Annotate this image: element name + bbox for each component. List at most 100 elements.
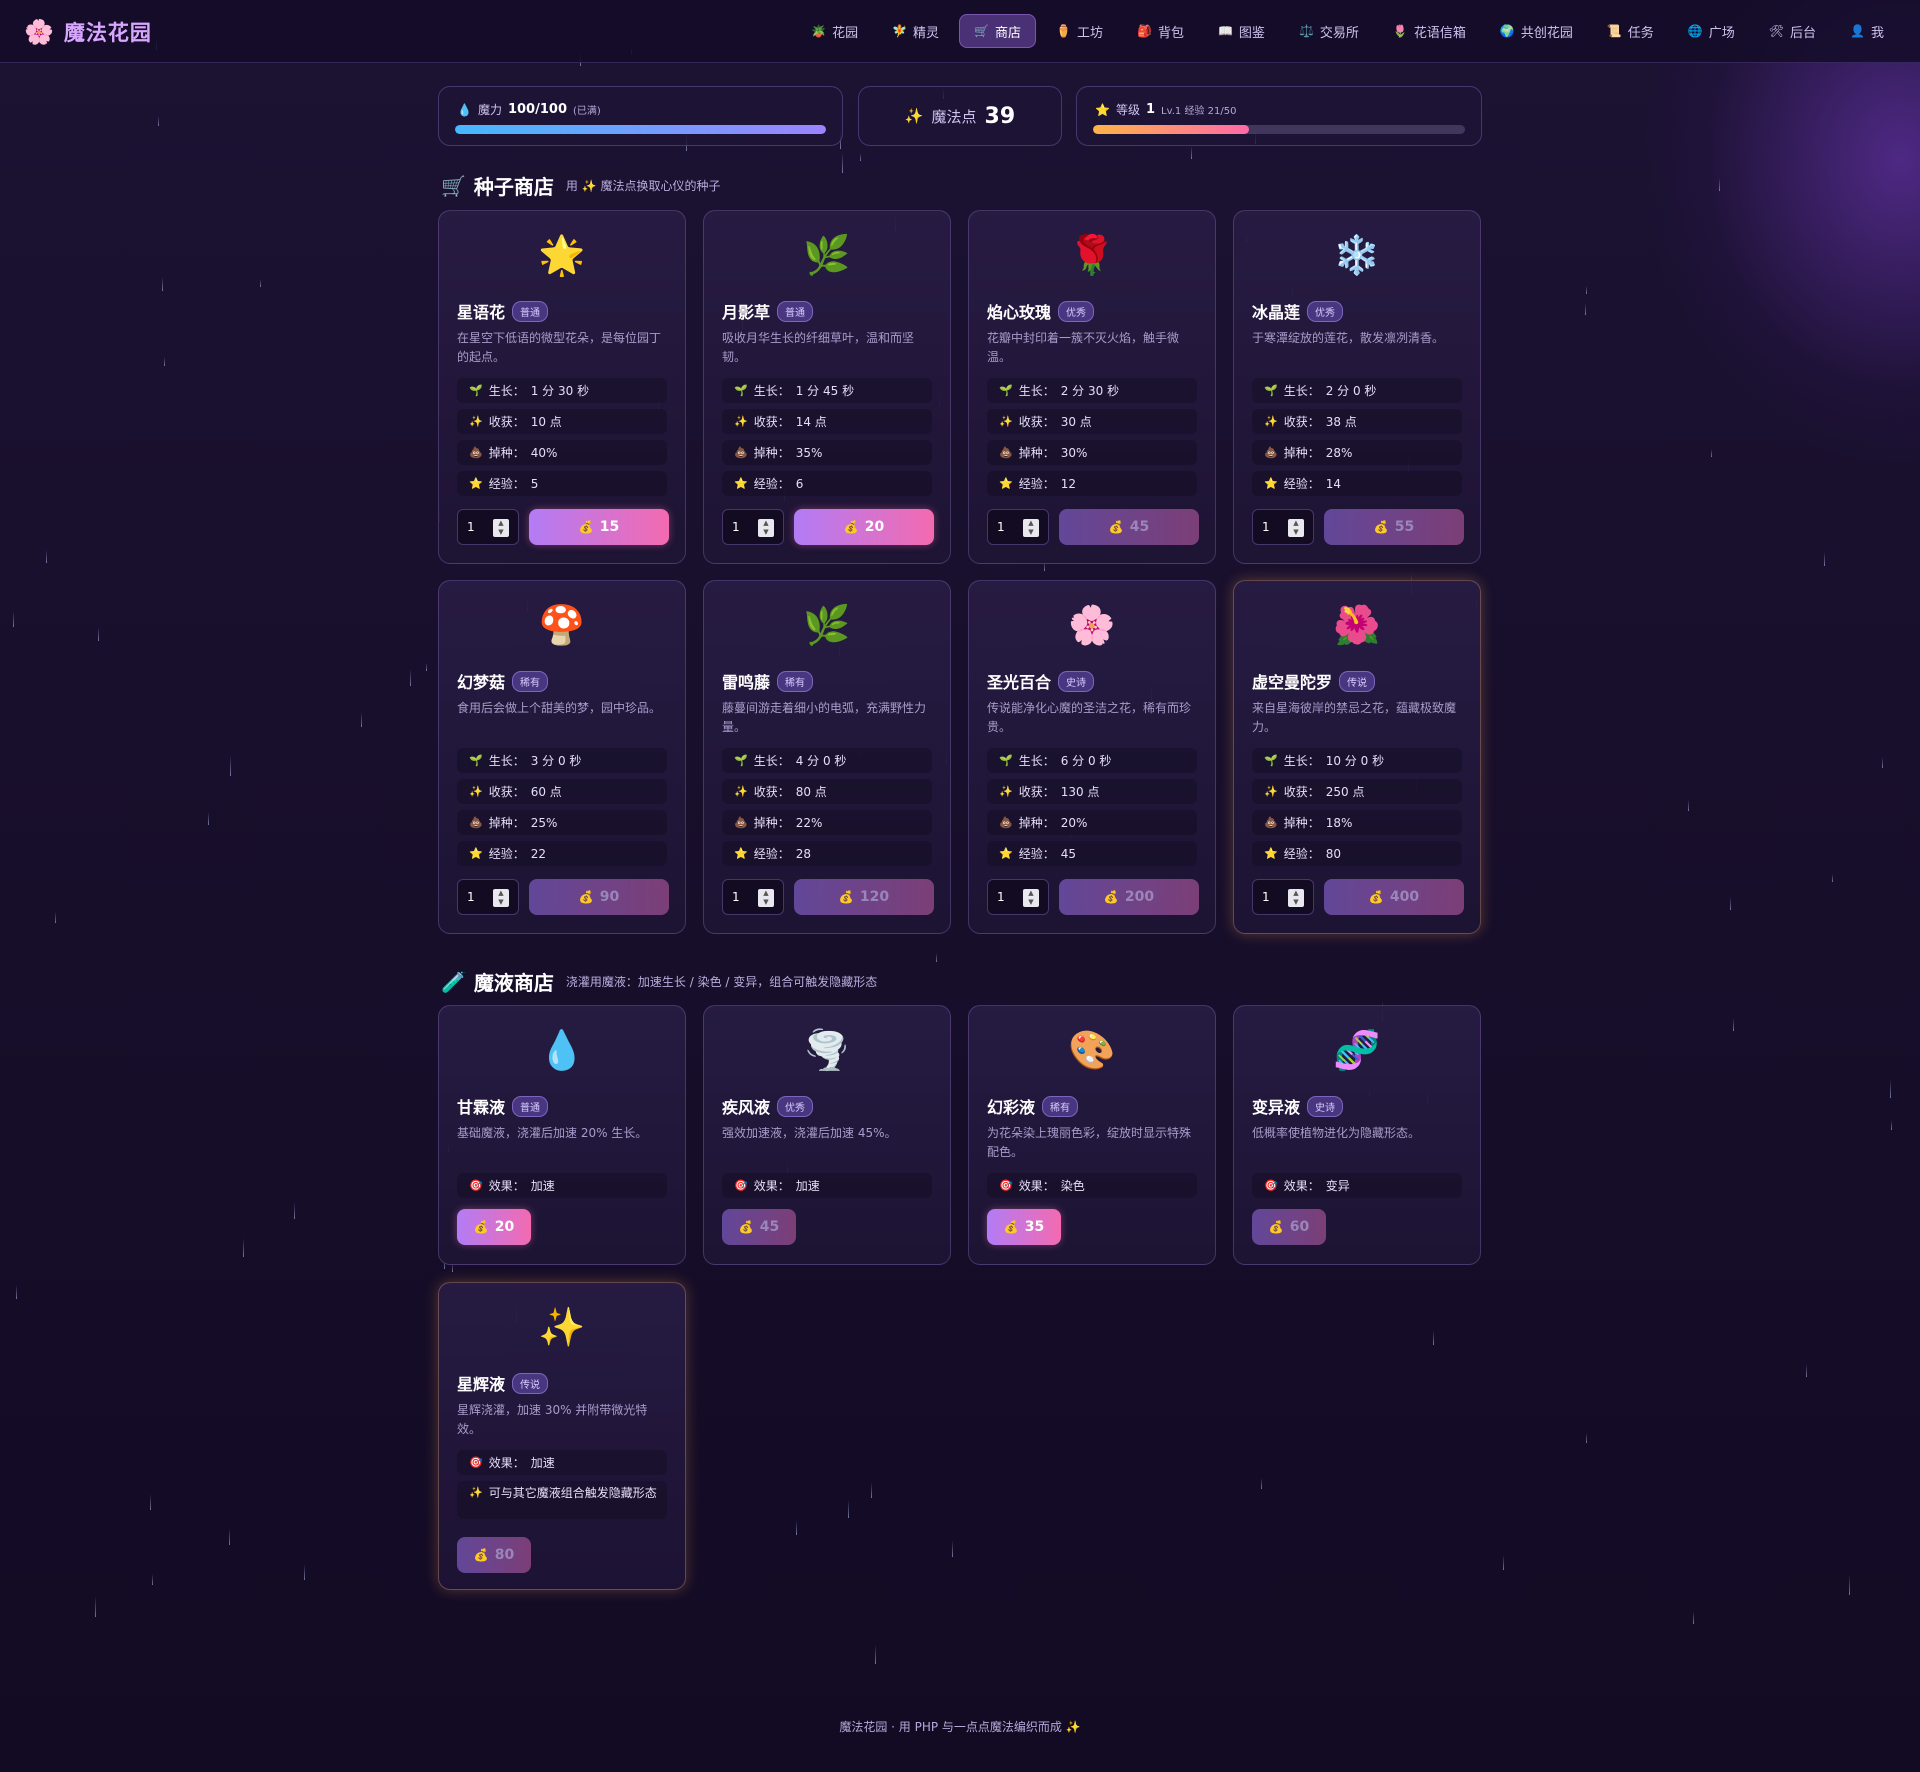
- quantity-stepper[interactable]: ▲ ▼: [1023, 519, 1039, 537]
- price-value: 400: [1389, 889, 1420, 905]
- attr-label: 生长：: [753, 754, 790, 768]
- seed-emoji-icon: 🌺: [1333, 603, 1381, 647]
- quantity-input[interactable]: 1 ▲ ▼: [457, 879, 519, 915]
- seed-emoji-icon: ❄️: [1333, 233, 1381, 277]
- test-tube-icon: 🧪: [441, 969, 466, 994]
- rain-streak: [952, 1540, 953, 1557]
- rain-streak: [13, 611, 14, 627]
- quantity-stepper[interactable]: ▲ ▼: [758, 519, 774, 537]
- grow-icon: 🌱: [734, 384, 748, 397]
- attr-value: 5: [530, 476, 539, 491]
- attr-label: 经验：: [488, 477, 525, 491]
- level-label: 等级: [1115, 103, 1140, 117]
- quantity-input[interactable]: 1 ▲ ▼: [987, 509, 1049, 545]
- quantity-stepper[interactable]: ▲ ▼: [493, 519, 509, 537]
- buy-button[interactable]: 💰 120: [794, 879, 934, 915]
- seed-attributes: 🌱 生长： 1 分 45 秒 ✨ 收获： 14 点 💩 掉种： 35% ⭐ 经验： 6: [722, 378, 932, 502]
- quantity-input[interactable]: 1 ▲ ▼: [457, 509, 519, 545]
- nav-icon: 🛠: [1768, 24, 1785, 38]
- seed-attr-grow: 🌱 生长： 3 分 0 秒: [457, 748, 667, 773]
- target-icon: 🎯: [469, 1179, 483, 1192]
- potion-shop-heading: 🧪 魔液商店 浇灌用魔液：加速生长 / 染色 / 变异，组合可触发隐藏形态: [441, 967, 877, 996]
- nav-item-12[interactable]: 👤 我: [1836, 14, 1898, 48]
- buy-button[interactable]: 💰 200: [1059, 879, 1199, 915]
- price-value: 55: [1394, 519, 1415, 535]
- nav-item-1[interactable]: 🧚 精灵: [878, 14, 953, 48]
- seed-name-row: 星语花 普通: [457, 299, 549, 323]
- nav-item-4[interactable]: 🎒 背包: [1123, 14, 1198, 48]
- nav-item-10[interactable]: 🌐 广场: [1674, 14, 1749, 48]
- nav-item-7[interactable]: 🌷 花语信箱: [1379, 14, 1480, 48]
- buy-button[interactable]: 💰 60: [1252, 1209, 1326, 1245]
- quantity-stepper[interactable]: ▲ ▼: [758, 889, 774, 907]
- nav-item-2[interactable]: 🛒 商店: [959, 14, 1037, 48]
- flower-logo-icon: 🌸: [24, 18, 54, 46]
- seed-name: 焰心玫瑰: [987, 303, 1052, 322]
- seed-attr-harvest: ✨ 收获： 10 点: [457, 409, 667, 434]
- rain-streak: [1586, 1433, 1587, 1443]
- buy-button[interactable]: 💰 80: [457, 1537, 531, 1573]
- level-value: 1: [1145, 102, 1156, 117]
- rarity-badge: 史诗: [1307, 1095, 1344, 1117]
- quantity-stepper[interactable]: ▲ ▼: [1288, 889, 1304, 907]
- attr-label: 生长：: [753, 384, 790, 398]
- buy-button[interactable]: 💰 400: [1324, 879, 1464, 915]
- attr-value: 28: [795, 846, 811, 861]
- potion-combo-note: ✨ 可与其它魔液组合触发隐藏形态: [457, 1481, 667, 1519]
- buy-button[interactable]: 💰 20: [794, 509, 934, 545]
- seed-name-row: 冰晶莲 优秀: [1252, 299, 1344, 323]
- buy-button[interactable]: 💰 35: [987, 1209, 1061, 1245]
- attr-label: 掉种：: [1018, 446, 1055, 460]
- buy-button[interactable]: 💰 90: [529, 879, 669, 915]
- quantity-stepper[interactable]: ▲ ▼: [1288, 519, 1304, 537]
- buy-button[interactable]: 💰 20: [457, 1209, 531, 1245]
- quantity-input[interactable]: 1 ▲ ▼: [1252, 879, 1314, 915]
- exp-bar-fill: [1093, 125, 1250, 134]
- potion-shop-title: 魔液商店: [473, 971, 554, 995]
- exp-icon: ⭐: [469, 847, 483, 860]
- quantity-input[interactable]: 1 ▲ ▼: [987, 879, 1049, 915]
- buy-button[interactable]: 💰 45: [1059, 509, 1199, 545]
- potion-name-row: 疾风液 优秀: [722, 1094, 814, 1118]
- attr-label: 掉种：: [488, 446, 525, 460]
- nav-item-6[interactable]: ⚖️ 交易所: [1285, 14, 1373, 48]
- brand[interactable]: 🌸 魔法花园: [24, 17, 152, 47]
- seed-name-row: 雷鸣藤 稀有: [722, 669, 814, 693]
- rain-streak: [871, 1482, 872, 1498]
- rain-streak: [1191, 146, 1192, 159]
- seed-attr-drop: 💩 掉种： 30%: [987, 440, 1197, 465]
- harvest-icon: ✨: [1264, 415, 1278, 428]
- rain-streak: [1719, 178, 1720, 191]
- seed-attr-drop: 💩 掉种： 35%: [722, 440, 932, 465]
- buy-button[interactable]: 💰 45: [722, 1209, 796, 1245]
- potion-name: 星辉液: [457, 1375, 506, 1394]
- droplet-icon: 💧: [457, 102, 472, 117]
- nav-item-3[interactable]: ⚱️ 工坊: [1042, 14, 1117, 48]
- nav-item-5[interactable]: 📖 图鉴: [1204, 14, 1279, 48]
- rain-streak: [1585, 303, 1586, 315]
- rain-streak: [1824, 552, 1825, 566]
- seed-attr-exp: ⭐ 经验： 45: [987, 841, 1197, 866]
- seed-card: 🌟 星语花 普通 在星空下低语的微型花朵，是每位园丁的起点。 🌱 生长： 1 分 30 秒 ✨…: [438, 210, 686, 564]
- attr-label: 掉种：: [488, 816, 525, 830]
- attr-value: 250 点: [1325, 785, 1365, 799]
- seed-card: 🌺 虚空曼陀罗 传说 来自星海彼岸的禁忌之花，蕴藏极致魔力。 🌱 生长： 10 分 0 秒 ✨…: [1233, 580, 1481, 934]
- quantity-input[interactable]: 1 ▲ ▼: [722, 509, 784, 545]
- nav-icon: ⚱️: [1056, 24, 1071, 38]
- seed-description: 来自星海彼岸的禁忌之花，蕴藏极致魔力。: [1252, 701, 1457, 734]
- nav-item-9[interactable]: 📜 任务: [1593, 14, 1668, 48]
- buy-button[interactable]: 💰 15: [529, 509, 669, 545]
- rarity-badge: 史诗: [1058, 670, 1095, 692]
- nav-item-0[interactable]: 🪴 花园: [797, 14, 872, 48]
- quantity-stepper[interactable]: ▲ ▼: [1023, 889, 1039, 907]
- nav-item-11[interactable]: 🛠 后台: [1755, 14, 1830, 48]
- quantity-input[interactable]: 1 ▲ ▼: [722, 879, 784, 915]
- quantity-stepper[interactable]: ▲ ▼: [493, 889, 509, 907]
- seed-attr-exp: ⭐ 经验： 80: [1252, 841, 1462, 866]
- exp-icon: ⭐: [1264, 847, 1278, 860]
- seed-attr-harvest: ✨ 收获： 130 点: [987, 779, 1197, 804]
- quantity-input[interactable]: 1 ▲ ▼: [1252, 509, 1314, 545]
- potion-effect: 🎯 效果： 加速: [722, 1173, 932, 1198]
- buy-button[interactable]: 💰 55: [1324, 509, 1464, 545]
- nav-item-8[interactable]: 🌍 共创花园: [1486, 14, 1587, 48]
